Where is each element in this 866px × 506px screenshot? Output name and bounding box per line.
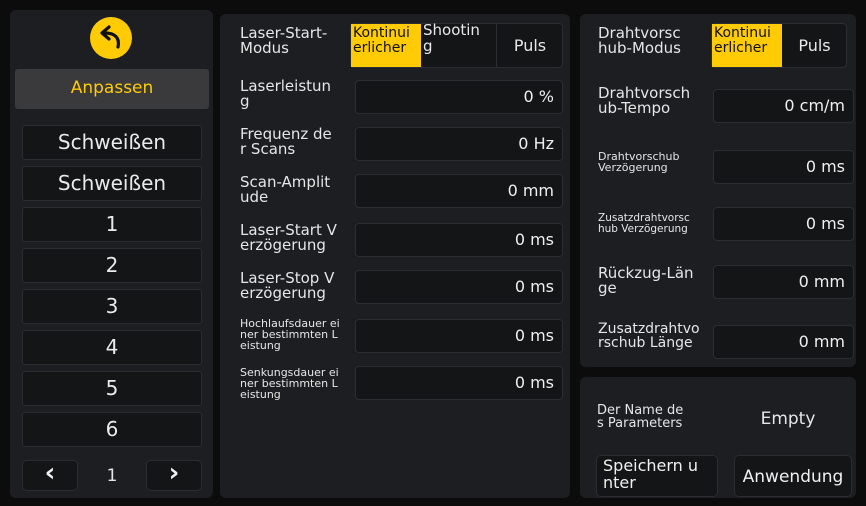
ramp-down-duration-field[interactable]: 0 ms xyxy=(355,366,563,400)
wire-mode-label: Drahtvorsc hub-Modus xyxy=(598,24,681,57)
laser-power-field[interactable]: 0 % xyxy=(355,80,563,114)
wire-speed-field[interactable]: 0 cm/m xyxy=(713,89,854,123)
laser-mode-label: Laser-Start- Modus xyxy=(240,24,328,57)
laser-mode-shooting[interactable]: Shootin g xyxy=(423,22,493,68)
apply-label: Anwendung xyxy=(742,467,844,487)
apply-button[interactable]: Anwendung xyxy=(734,455,852,497)
prev-page-button[interactable]: ‹ xyxy=(22,458,78,491)
parameter-name-value[interactable]: Empty xyxy=(728,401,848,437)
page-number: 1 xyxy=(106,466,118,486)
list-item[interactable]: Schweißen xyxy=(22,166,202,201)
laser-start-delay-field[interactable]: 0 ms xyxy=(355,223,563,257)
extra-wire-length-field[interactable]: 0 mm xyxy=(713,325,854,359)
scan-frequency-label: Frequenz de r Scans xyxy=(240,125,332,158)
retract-length-field[interactable]: 0 mm xyxy=(713,265,854,299)
wire-feed-delay-field[interactable]: 0 ms xyxy=(713,150,854,184)
wire-mode-pulse[interactable]: Puls xyxy=(782,23,847,68)
wire-mode-continuous[interactable]: Kontinui erlicher xyxy=(712,24,782,67)
laser-start-delay-label: Laser-Start V erzögerung xyxy=(240,221,337,254)
laser-stop-delay-label: Laser-Stop V erzögerung xyxy=(240,269,335,302)
laser-mode-pulse[interactable]: Puls xyxy=(496,23,563,68)
list-item[interactable]: 1 xyxy=(22,207,202,242)
extra-wire-feed-delay-field[interactable]: 0 ms xyxy=(713,207,854,241)
ramp-up-duration-label: Hochlaufsdauer ei ner bestimmten L eistu… xyxy=(240,317,340,352)
parameter-name-label: Der Name de s Parameters xyxy=(597,403,684,431)
list-item[interactable]: 4 xyxy=(22,330,202,365)
chevron-left-icon: ‹ xyxy=(44,458,56,488)
list-item[interactable]: 5 xyxy=(22,371,202,406)
back-button[interactable] xyxy=(90,17,132,59)
save-as-label: Speichern u nter xyxy=(603,456,699,492)
ramp-down-duration-label: Senkungsdauer ei ner bestimmten L eistun… xyxy=(240,366,339,401)
scan-amplitude-label: Scan-Amplit ude xyxy=(240,173,331,206)
extra-wire-length-label: Zusatzdrahtvo rschub Länge xyxy=(598,321,700,351)
extra-wire-feed-delay-label: Zusatzdrahtvorsc hub Verzögerung xyxy=(598,212,690,235)
list-item[interactable]: 2 xyxy=(22,248,202,283)
list-item[interactable]: 6 xyxy=(22,412,202,447)
ramp-up-duration-field[interactable]: 0 ms xyxy=(355,319,563,353)
laser-mode-continuous[interactable]: Kontinui erlicher xyxy=(351,24,421,67)
scan-amplitude-field[interactable]: 0 mm xyxy=(355,174,563,208)
laser-power-label: Laserleistun g xyxy=(240,77,332,110)
list-header-label: Anpassen xyxy=(70,78,154,98)
laser-stop-delay-field[interactable]: 0 ms xyxy=(355,270,563,304)
chevron-right-icon: › xyxy=(168,458,180,488)
retract-length-label: Rückzug-Län ge xyxy=(598,264,694,297)
wire-speed-label: Drahtvorsch ub-Tempo xyxy=(598,84,691,117)
undo-arrow-icon xyxy=(100,25,121,49)
next-page-button[interactable]: › xyxy=(146,458,202,491)
list-item[interactable]: 3 xyxy=(22,289,202,324)
list-item[interactable]: Schweißen xyxy=(22,125,202,160)
save-as-button[interactable]: Speichern u nter xyxy=(596,455,718,497)
scan-frequency-field[interactable]: 0 Hz xyxy=(355,127,563,161)
wire-feed-delay-label: Drahtvorschub Verzögerung xyxy=(598,150,680,174)
